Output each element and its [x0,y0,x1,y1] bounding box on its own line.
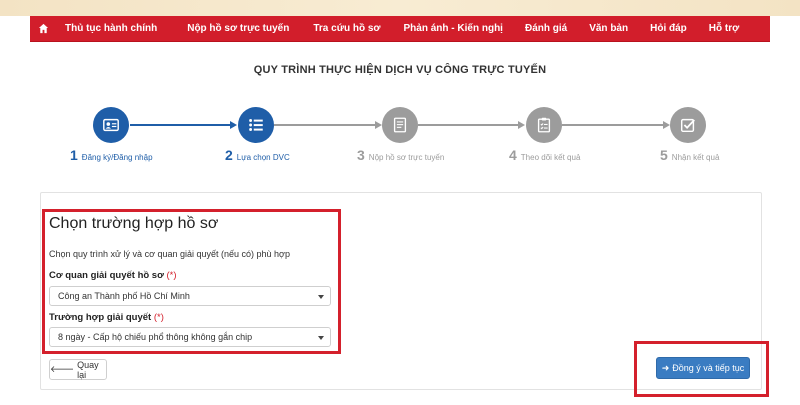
back-button[interactable]: 🡐 Quay lại [49,359,107,380]
main-navbar: Thủ tục hành chính Nộp hồ sơ trực tuyến … [30,16,770,42]
step-connector-4-5 [562,124,663,126]
required-mark: (*) [166,270,177,281]
page-title: QUY TRÌNH THỰC HIỆN DỊCH VỤ CÔNG TRỰC TU… [253,64,547,76]
step-connector-3-4 [418,124,518,126]
form-description: Chọn quy trình xử lý và cơ quan giải quy… [49,249,290,259]
required-mark: (*) [153,312,164,323]
step-number: 1 [70,147,78,163]
step-number: 2 [225,147,233,163]
step-1-label: 1 Đăng ký/Đăng nhập [70,147,153,163]
step-number: 4 [509,147,517,163]
nav-hoi-dap[interactable]: Hỏi đáp [650,16,687,42]
step-connector-arrow [518,121,525,129]
step-text: Theo dõi kết quả [520,153,581,162]
step-text: Nhận kết quả [671,153,720,162]
case-label-text: Trường hợp giải quyết [49,312,152,323]
nav-van-ban[interactable]: Văn bản [589,16,628,42]
id-card-icon [103,118,119,132]
step-connector-2-3 [274,124,375,126]
step-2-label: 2 Lựa chọn DVC [225,147,290,163]
agency-label: Cơ quan giải quyết hồ sơ (*) [49,270,177,281]
step-5-label: 5 Nhận kết quả [660,147,719,163]
header-banner [0,0,800,16]
caret-down-icon [318,295,324,299]
step-number: 3 [357,147,365,163]
caret-down-icon [318,336,324,340]
agency-select-value: Công an Thành phố Hồ Chí Minh [58,291,190,301]
step-text: Đăng ký/Đăng nhập [81,153,153,162]
agency-label-text: Cơ quan giải quyết hồ sơ [49,270,164,281]
step-text: Lựa chọn DVC [236,153,290,162]
step-connector-arrow [663,121,670,129]
nav-danh-gia[interactable]: Đánh giá [525,16,567,42]
check-square-icon [680,118,695,133]
step-connector-arrow [375,121,382,129]
step-3-circle [382,107,418,143]
form-heading: Chọn trường hợp hồ sơ [49,215,219,232]
step-connector-arrow [230,121,237,129]
continue-button[interactable]: ➜ Đồng ý và tiếp tục [656,357,750,379]
step-2-circle [238,107,274,143]
nav-ho-tro[interactable]: Hỗ trợ [709,16,739,42]
case-select-value: 8 ngày - Cấp hộ chiếu phổ thông không gắ… [58,332,253,342]
arrow-left-icon: 🡐 [50,364,75,374]
home-icon[interactable] [30,16,56,42]
case-label: Trường hợp giải quyết (*) [49,312,164,323]
back-button-label: Quay lại [77,359,99,380]
nav-nop-ho-so-truc-tuyen[interactable]: Nộp hồ sơ trực tuyến [187,16,289,42]
agency-select[interactable]: Công an Thành phố Hồ Chí Minh [49,286,331,306]
list-icon [249,119,263,131]
document-icon [393,117,407,133]
step-4-circle [526,107,562,143]
nav-thu-tuc-hanh-chinh[interactable]: Thủ tục hành chính [65,16,157,42]
step-1-circle [93,107,129,143]
step-3-label: 3 Nộp hồ sơ trực tuyến [357,147,444,163]
step-text: Nộp hồ sơ trực tuyến [368,153,445,162]
nav-tra-cuu-ho-so[interactable]: Tra cứu hồ sơ [313,16,380,42]
arrow-right-icon: ➜ [661,362,670,373]
step-4-label: 4 Theo dõi kết quả [509,147,580,163]
case-select[interactable]: 8 ngày - Cấp hộ chiếu phổ thông không gắ… [49,327,331,347]
step-5-circle [670,107,706,143]
continue-button-label: Đồng ý và tiếp tục [672,363,745,373]
step-number: 5 [660,147,668,163]
step-connector-1-2 [130,124,230,126]
nav-phan-anh-kien-nghi[interactable]: Phản ánh - Kiến nghị [404,16,503,42]
clipboard-icon [537,117,551,133]
